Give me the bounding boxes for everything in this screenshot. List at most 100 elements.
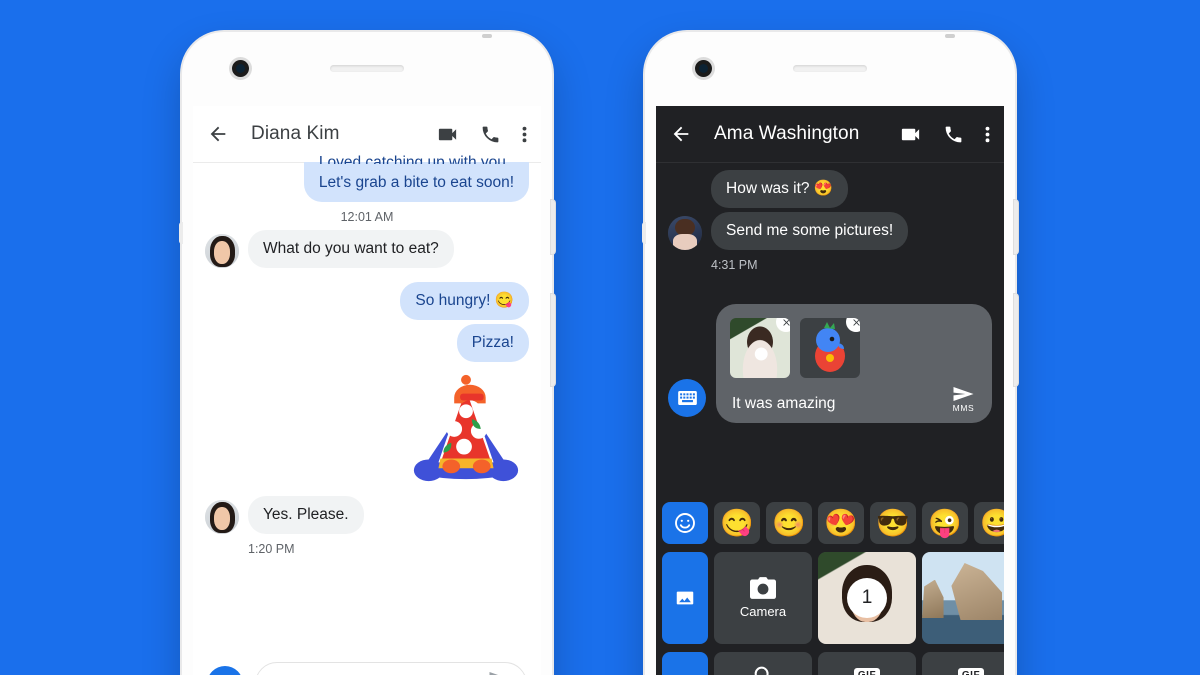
volume-button[interactable]: [551, 294, 555, 386]
timestamp: 1:20 PM: [248, 542, 295, 556]
phone-screen-right: Ama Washington How was it? 😍 Send me som…: [656, 106, 1004, 675]
avatar: [205, 234, 239, 268]
conversation-header: Ama Washington: [656, 106, 1004, 162]
sim-tray: [179, 222, 183, 244]
front-camera-icon: [232, 60, 249, 77]
gif-row: GIF GIF Search GIF Clapping GIF C: [656, 648, 1004, 675]
gallery-photo-tile[interactable]: [922, 552, 1004, 644]
emoji-glyph: 😎: [876, 507, 910, 538]
more-vert-icon[interactable]: [985, 124, 990, 145]
earpiece-speaker: [330, 65, 404, 72]
add-attachment-button[interactable]: [207, 666, 243, 675]
search-icon: [754, 666, 769, 675]
gif-tile[interactable]: GIF Clapping: [922, 652, 1004, 675]
phone-screen-left: Diana Kim Loved catching up with you. Le…: [193, 106, 541, 675]
message-bubble-outgoing-clipped[interactable]: Loved catching up with you. Let's grab a…: [303, 154, 529, 202]
gallery-photo-tile-selected[interactable]: 1: [818, 552, 916, 644]
message-bubble-outgoing[interactable]: So hungry! 😋: [400, 282, 529, 320]
videocam-icon[interactable]: [436, 123, 459, 146]
phone-icon[interactable]: [943, 124, 964, 145]
gif-tile[interactable]: GIF Clapping: [818, 652, 916, 675]
camera-tile[interactable]: Camera: [714, 552, 812, 644]
gif-search-tile[interactable]: GIF Search: [714, 652, 812, 675]
emoji-glyph: 😊: [772, 507, 806, 538]
selection-badge: 1: [847, 578, 887, 618]
screenshot-canvas: Diana Kim Loved catching up with you. Le…: [0, 0, 1200, 675]
keyboard-button[interactable]: [668, 379, 706, 417]
sim-tray: [642, 222, 646, 244]
message-row[interactable]: Yes. Please.: [193, 496, 541, 534]
message-bubble-incoming[interactable]: What do you want to eat?: [248, 230, 454, 268]
send-type-label: MMS: [952, 403, 975, 413]
message-row-sticker[interactable]: [193, 368, 541, 486]
send-button[interactable]: MMS: [951, 386, 976, 413]
avatar: [668, 216, 702, 250]
sticker-bird-thumb[interactable]: [800, 318, 860, 378]
message-bubble-incoming[interactable]: Yes. Please.: [248, 496, 364, 534]
earpiece-speaker: [793, 65, 867, 72]
phone-bezel-top: [645, 32, 1015, 106]
emoji-glyph: 😍: [824, 507, 858, 538]
camera-label: Camera: [739, 604, 787, 619]
text-message-input[interactable]: Text message SMS: [255, 662, 527, 675]
mms-draft-text[interactable]: It was amazing: [732, 395, 951, 413]
photo-coffee-thumb[interactable]: [730, 318, 790, 378]
emoji-row: 😋 😊 😍 😎 😜 😀: [656, 498, 1004, 548]
phone-bezel-top: [182, 32, 552, 106]
timestamp: 4:31 PM: [711, 258, 758, 272]
send-button[interactable]: SMS: [487, 671, 512, 675]
emoji-tab-icon[interactable]: [662, 502, 708, 544]
back-icon[interactable]: [207, 123, 229, 145]
phone-icon[interactable]: [480, 124, 501, 145]
phone-device-left: Diana Kim Loved catching up with you. Le…: [179, 32, 555, 675]
phone-device-right: Ama Washington How was it? 😍 Send me som…: [642, 32, 1018, 675]
contact-name: Diana Kim: [251, 123, 340, 144]
videocam-icon[interactable]: [899, 123, 922, 146]
gif-badge-glyph: GIF: [957, 667, 985, 675]
message-row[interactable]: How was it? 😍: [656, 170, 1004, 208]
message-text-line1: Loved catching up with you.: [318, 154, 511, 164]
message-thread-left: Loved catching up with you. Let's grab a…: [193, 154, 541, 556]
emoji-glyph: 😀: [980, 507, 1004, 538]
power-button[interactable]: [551, 200, 555, 254]
attachment-strip: [726, 314, 982, 378]
message-bubble-outgoing[interactable]: Pizza!: [456, 324, 529, 362]
camera-icon: [750, 577, 776, 599]
emoji-tile[interactable]: 😜: [922, 502, 968, 544]
emoji-glyph: 😜: [928, 507, 962, 538]
message-row[interactable]: What do you want to eat?: [193, 230, 541, 268]
message-row[interactable]: So hungry! 😋: [193, 282, 541, 320]
image-tab-icon[interactable]: [662, 552, 708, 644]
contact-name: Ama Washington: [714, 123, 860, 144]
more-vert-icon[interactable]: [522, 124, 527, 145]
sensor-icon: [945, 34, 955, 38]
compose-bar: Text message SMS: [193, 650, 541, 675]
mms-draft-card[interactable]: It was amazing MMS: [716, 304, 992, 423]
gallery-row: Camera 1: [656, 548, 1004, 648]
power-button[interactable]: [1014, 200, 1018, 254]
volume-button[interactable]: [1014, 294, 1018, 386]
message-bubble-incoming[interactable]: How was it? 😍: [711, 170, 849, 208]
message-row[interactable]: Send me some pictures!: [656, 212, 1004, 250]
attachment-picker: 😋 😊 😍 😎 😜 😀 Camera 1 GIF GIF: [656, 498, 1004, 675]
sensor-icon: [482, 34, 492, 38]
message-thread-right: How was it? 😍 Send me some pictures! 4:3…: [656, 170, 1004, 272]
gif-badge-glyph: GIF: [853, 667, 881, 675]
avatar: [205, 500, 239, 534]
front-camera-icon: [695, 60, 712, 77]
message-row[interactable]: Pizza!: [193, 324, 541, 362]
emoji-glyph: 😋: [720, 507, 754, 538]
emoji-tile[interactable]: 😎: [870, 502, 916, 544]
back-icon[interactable]: [670, 123, 692, 145]
message-bubble-incoming[interactable]: Send me some pictures!: [711, 212, 909, 250]
emoji-tile[interactable]: 😀: [974, 502, 1004, 544]
emoji-tile[interactable]: 😋: [714, 502, 760, 544]
message-row-clipped[interactable]: Loved catching up with you. Let's grab a…: [193, 154, 541, 202]
message-text-line2: Let's grab a bite to eat soon!: [318, 174, 514, 191]
emoji-tile[interactable]: 😍: [818, 502, 864, 544]
compose-bar-mms: It was amazing MMS: [656, 294, 1004, 435]
emoji-tile[interactable]: 😊: [766, 502, 812, 544]
pizza-slice-sticker[interactable]: [407, 368, 525, 486]
gif-tab-icon[interactable]: GIF: [662, 652, 708, 675]
timestamp: 12:01 AM: [340, 210, 394, 224]
